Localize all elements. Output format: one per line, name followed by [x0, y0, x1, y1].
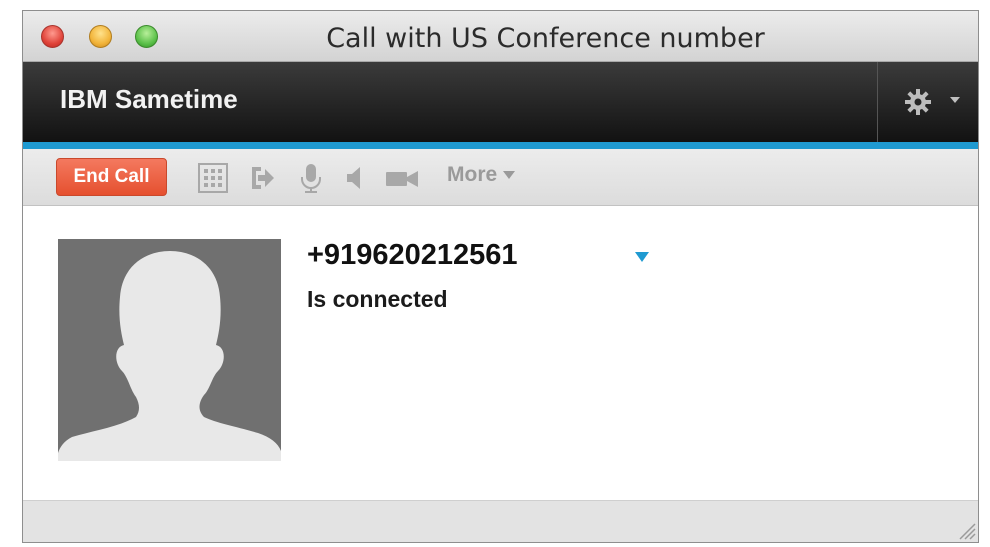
- app-name: IBM Sametime: [60, 84, 238, 114]
- app-header: IBM Sametime: [23, 62, 978, 149]
- settings-menu-button[interactable]: [878, 62, 978, 142]
- person-silhouette-icon: [58, 251, 281, 461]
- call-status: Is connected: [307, 286, 448, 312]
- avatar: [58, 239, 281, 461]
- more-label: More: [447, 163, 498, 186]
- transfer-icon[interactable]: [249, 163, 275, 193]
- caller-number: +919620212561: [307, 239, 518, 271]
- status-bar: [23, 500, 978, 542]
- title-bar[interactable]: Call with US Conference number: [23, 11, 978, 62]
- contact-options-caret[interactable]: [635, 252, 649, 262]
- chevron-down-icon: [950, 97, 960, 103]
- chevron-down-icon: [503, 171, 516, 180]
- speaker-icon[interactable]: [345, 163, 363, 193]
- video-icon[interactable]: [385, 163, 419, 193]
- gear-icon: [905, 89, 931, 115]
- resize-grip-icon[interactable]: [956, 520, 976, 540]
- microphone-icon[interactable]: [299, 163, 323, 195]
- dialpad-icon[interactable]: [198, 163, 228, 193]
- call-toolbar: End Call More: [23, 149, 978, 206]
- call-content: +919620212561 Is connected: [23, 206, 978, 500]
- more-menu-button[interactable]: More: [447, 163, 516, 187]
- call-window: Call with US Conference number IBM Samet…: [22, 10, 979, 543]
- end-call-button[interactable]: End Call: [56, 158, 167, 196]
- window-title: Call with US Conference number: [326, 23, 765, 54]
